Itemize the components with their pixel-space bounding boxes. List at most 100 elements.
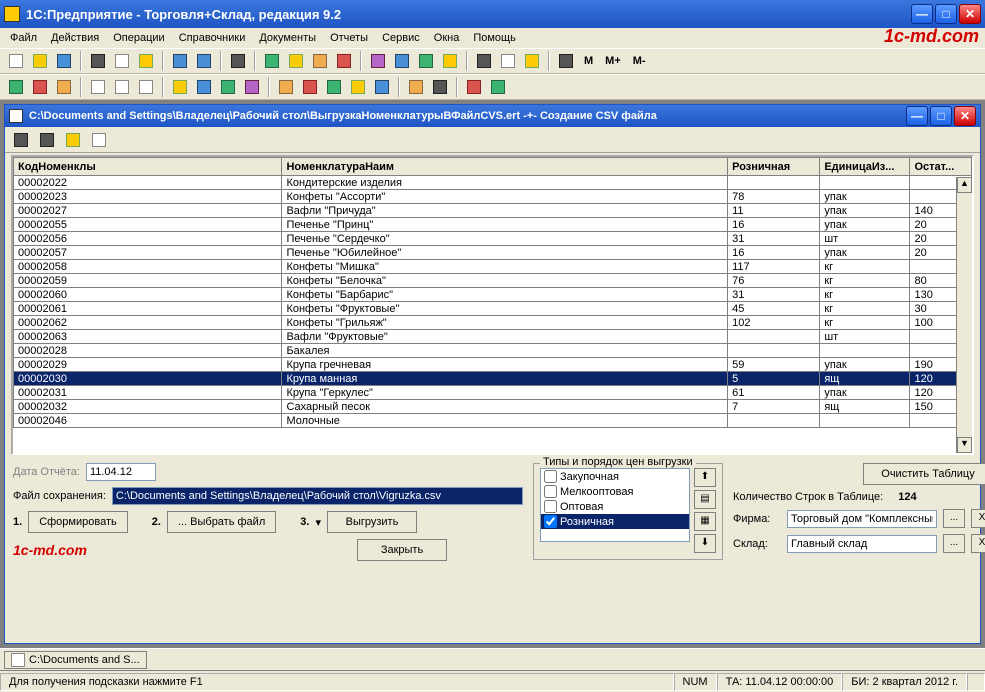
t2-5[interactable] (112, 77, 132, 97)
calendar-icon[interactable] (498, 51, 518, 71)
memory-mminus[interactable]: М- (629, 54, 650, 68)
price-option[interactable]: Розничная (541, 514, 689, 529)
cut-icon[interactable] (88, 51, 108, 71)
table-row[interactable]: 00002062Конфеты "Грильяж"102кг100 (14, 316, 972, 330)
t2-18[interactable] (464, 77, 484, 97)
table-row[interactable]: 00002022Кондитерские изделия (14, 176, 972, 190)
table-row[interactable]: 00002056Печенье "Сердечко"31шт20 (14, 232, 972, 246)
clear-table-button[interactable]: Очистить Таблицу (863, 463, 985, 485)
t2-16[interactable] (406, 77, 426, 97)
move-down-icon[interactable]: ⬇ (694, 534, 716, 553)
table-row[interactable]: 00002046Молочные (14, 414, 972, 428)
copy-icon[interactable] (112, 51, 132, 71)
menu-refs[interactable]: Справочники (173, 30, 252, 46)
col-rest[interactable]: Остат... (910, 158, 972, 176)
close-button[interactable]: ✕ (959, 4, 981, 24)
it-2[interactable] (37, 130, 57, 150)
tb-c[interactable] (310, 51, 330, 71)
t2-17[interactable] (430, 77, 450, 97)
paste-icon[interactable] (136, 51, 156, 71)
it-1[interactable] (11, 130, 31, 150)
book-icon[interactable] (556, 51, 576, 71)
scroll-down-icon[interactable]: ▼ (957, 437, 972, 453)
list-icon-2[interactable]: ▦ (694, 512, 716, 531)
new-icon[interactable] (6, 51, 26, 71)
store-clear-button[interactable]: X (971, 534, 985, 553)
col-name[interactable]: НоменклатураНаим (282, 158, 728, 176)
help-icon[interactable] (522, 51, 542, 71)
col-retail[interactable]: Розничная (728, 158, 820, 176)
firm-field[interactable] (787, 510, 937, 528)
inner-close-button[interactable]: ✕ (954, 106, 976, 126)
save-path-field[interactable]: C:\Documents and Settings\Владелец\Рабоч… (112, 487, 523, 505)
price-option[interactable]: Закупочная (541, 469, 689, 484)
tb-f[interactable] (392, 51, 412, 71)
undo-icon[interactable] (170, 51, 190, 71)
table-row[interactable]: 00002061Конфеты "Фруктовые"45кг30 (14, 302, 972, 316)
store-pick-button[interactable]: ... (943, 534, 965, 553)
tb-b[interactable] (286, 51, 306, 71)
table-row[interactable]: 00002058Конфеты "Мишка"117кг (14, 260, 972, 274)
menu-documents[interactable]: Документы (253, 30, 322, 46)
it-3[interactable] (63, 130, 83, 150)
tb-d[interactable] (334, 51, 354, 71)
table-row[interactable]: 00002063Вафли "Фруктовые"шт (14, 330, 972, 344)
t2-7[interactable] (170, 77, 190, 97)
price-types-list[interactable]: ЗакупочнаяМелкооптоваяОптоваяРозничная (540, 468, 690, 542)
calc-icon[interactable] (474, 51, 494, 71)
scroll-up-icon[interactable]: ▲ (957, 177, 972, 193)
t2-19[interactable] (488, 77, 508, 97)
store-field[interactable] (787, 535, 937, 553)
t2-6[interactable] (136, 77, 156, 97)
menu-help[interactable]: Помощь (467, 30, 522, 46)
export-button[interactable]: Выгрузить (327, 511, 417, 533)
inner-minimize-button[interactable]: — (906, 106, 928, 126)
price-option[interactable]: Оптовая (541, 499, 689, 514)
save-icon[interactable] (54, 51, 74, 71)
move-up-icon[interactable]: ⬆ (694, 468, 716, 487)
t2-2[interactable] (30, 77, 50, 97)
t2-12[interactable] (300, 77, 320, 97)
price-checkbox[interactable] (544, 485, 557, 498)
price-checkbox[interactable] (544, 515, 557, 528)
tb-a[interactable] (262, 51, 282, 71)
dropdown-arrow-icon[interactable]: ▾ (315, 516, 321, 529)
maximize-button[interactable]: □ (935, 4, 957, 24)
t2-1[interactable] (6, 77, 26, 97)
tb-e[interactable] (368, 51, 388, 71)
menu-file[interactable]: Файл (4, 30, 43, 46)
menu-reports[interactable]: Отчеты (324, 30, 374, 46)
tb-h[interactable] (440, 51, 460, 71)
t2-9[interactable] (218, 77, 238, 97)
menu-actions[interactable]: Действия (45, 30, 105, 46)
firm-pick-button[interactable]: ... (943, 509, 965, 528)
minimize-button[interactable]: — (911, 4, 933, 24)
menu-operations[interactable]: Операции (107, 30, 170, 46)
table-row[interactable]: 00002060Конфеты "Барбарис"31кг130 (14, 288, 972, 302)
memory-mplus[interactable]: М+ (601, 54, 625, 68)
table-row[interactable]: 00002031Крупа "Геркулес"61упак120 (14, 386, 972, 400)
form-button[interactable]: Сформировать (28, 511, 128, 533)
open-icon[interactable] (30, 51, 50, 71)
t2-10[interactable] (242, 77, 262, 97)
t2-3[interactable] (54, 77, 74, 97)
redo-icon[interactable] (194, 51, 214, 71)
menu-windows[interactable]: Окна (428, 30, 466, 46)
table-row[interactable]: 00002028Бакалея (14, 344, 972, 358)
find-icon[interactable] (228, 51, 248, 71)
table-row[interactable]: 00002027Вафли "Причуда"11упак140 (14, 204, 972, 218)
select-file-button[interactable]: ... Выбрать файл (167, 511, 276, 533)
t2-13[interactable] (324, 77, 344, 97)
table-row[interactable]: 00002030Крупа манная5ящ120 (14, 372, 972, 386)
t2-4[interactable] (88, 77, 108, 97)
tb-g[interactable] (416, 51, 436, 71)
close-form-button[interactable]: Закрыть (357, 539, 447, 561)
table-row[interactable]: 00002023Конфеты "Ассорти"78упак (14, 190, 972, 204)
table-row[interactable]: 00002059Конфеты "Белочка"76кг80 (14, 274, 972, 288)
price-option[interactable]: Мелкооптовая (541, 484, 689, 499)
date-field[interactable] (86, 463, 156, 481)
t2-11[interactable] (276, 77, 296, 97)
memory-m[interactable]: М (580, 54, 597, 68)
col-unit[interactable]: ЕдиницаИз... (820, 158, 910, 176)
t2-14[interactable] (348, 77, 368, 97)
